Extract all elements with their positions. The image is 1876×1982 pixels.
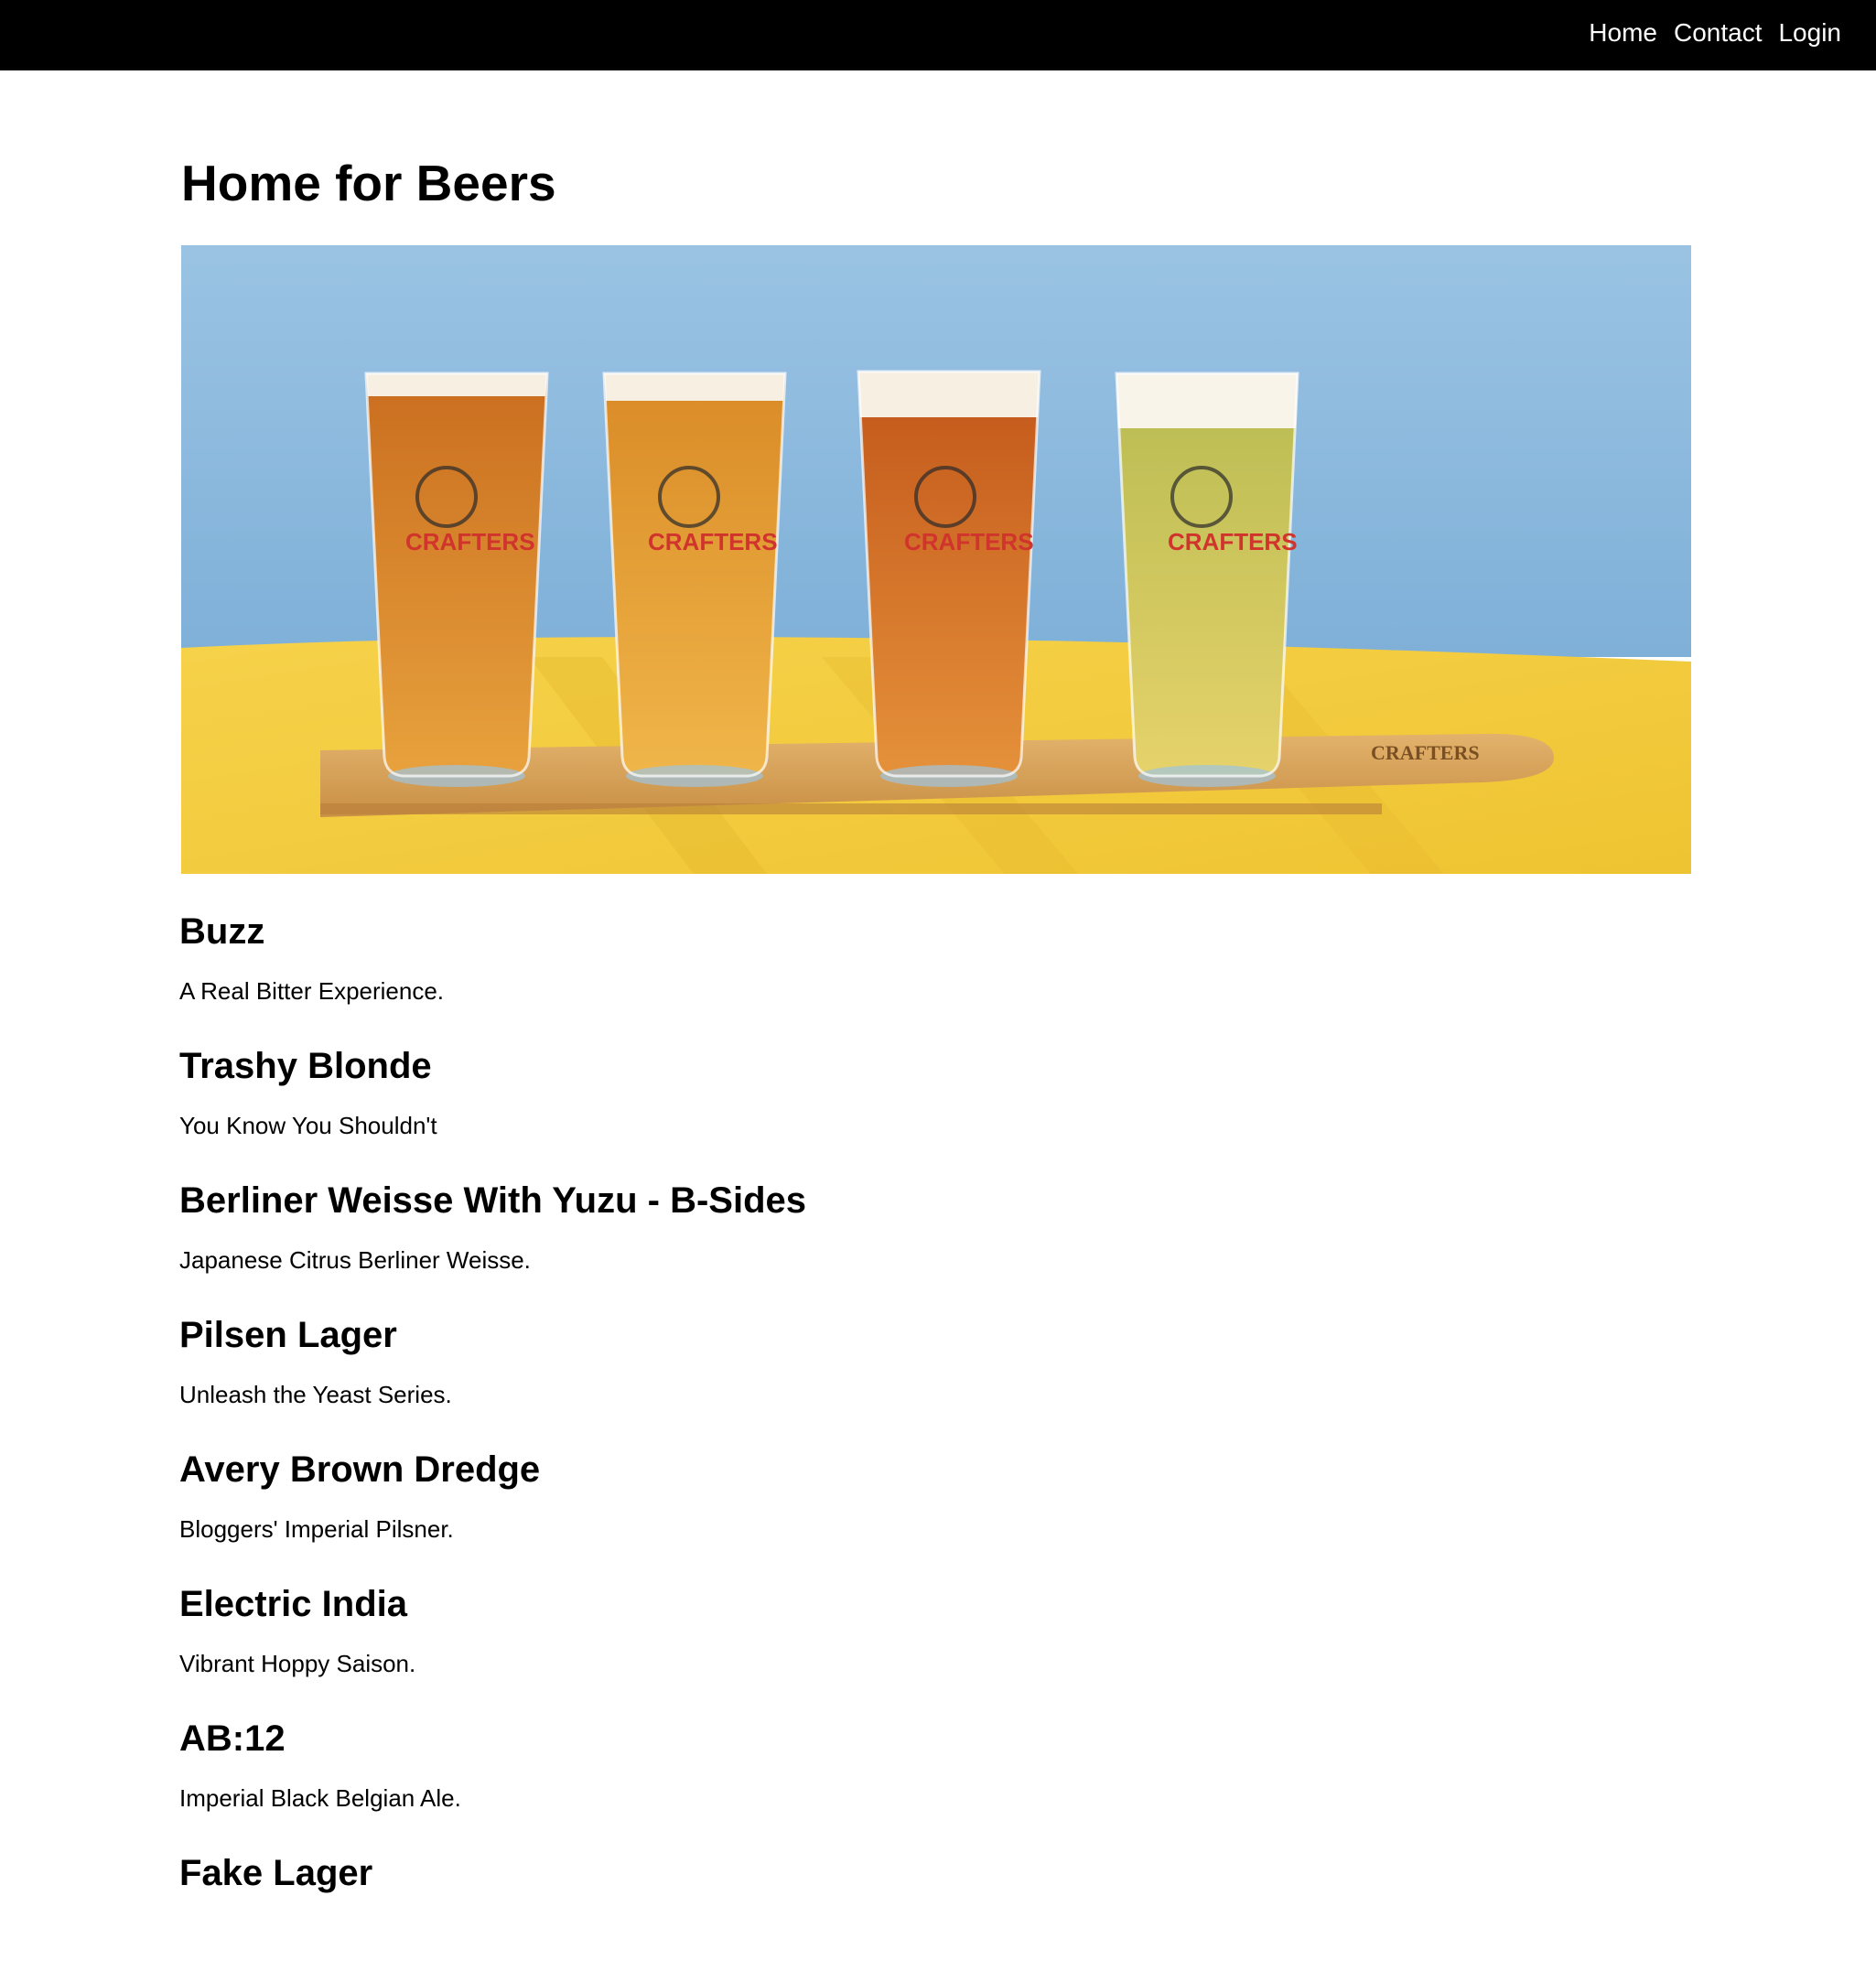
beer-name: AB:12 [179, 1718, 286, 1759]
beer-name: Trashy Blonde [179, 1046, 432, 1086]
beer-tagline: Bloggers' Imperial Pilsner. [179, 1515, 454, 1543]
beer-name: Pilsen Lager [179, 1315, 397, 1355]
beer-glass-1: CRAFTERS [364, 372, 549, 787]
beer-glass-2: CRAFTERS [602, 372, 787, 787]
beer-tagline: Vibrant Hoppy Saison. [179, 1650, 416, 1677]
top-navbar: Home Contact Login [0, 0, 1876, 70]
nav-login-link[interactable]: Login [1778, 18, 1841, 48]
glass-logo-text: CRAFTERS [904, 528, 1034, 555]
nav-links: Home Contact Login [1589, 0, 1841, 66]
nav-contact-link[interactable]: Contact [1674, 18, 1763, 48]
beer-name: Electric India [179, 1584, 407, 1624]
board-logo-text: CRAFTERS [1371, 741, 1480, 764]
glass-logo-text: CRAFTERS [405, 528, 535, 555]
beer-tagline: Imperial Black Belgian Ale. [179, 1784, 461, 1812]
main-content: Home for Beers CRAFTERS CRAFTERS CRAFTER… [179, 146, 1691, 1893]
beer-name: Berliner Weisse With Yuzu - B-Sides [179, 1180, 806, 1221]
beer-item: Electric India Vibrant Hoppy Saison. [179, 1578, 1689, 1713]
beer-name: Fake Lager [179, 1853, 373, 1893]
beer-item: Trashy Blonde You Know You Shouldn't [179, 1040, 1689, 1175]
beer-name: Buzz [179, 911, 265, 952]
beer-item: AB:12 Imperial Black Belgian Ale. [179, 1713, 1689, 1847]
beer-item: Fake Lager [179, 1847, 1689, 1982]
beer-glass-3: CRAFTERS [857, 370, 1041, 787]
beer-item: Pilsen Lager Unleash the Yeast Series. [179, 1309, 1689, 1444]
beer-glass-4: CRAFTERS [1115, 372, 1299, 787]
beer-list: Buzz A Real Bitter Experience. Trashy Bl… [179, 906, 1689, 1982]
board-edge [320, 803, 1382, 814]
beer-tagline: A Real Bitter Experience. [179, 977, 445, 1005]
glass-logo-text: CRAFTERS [1168, 528, 1298, 555]
glass-logo-text: CRAFTERS [648, 528, 778, 555]
beer-name: Avery Brown Dredge [179, 1449, 541, 1490]
page-title: Home for Beers [181, 155, 556, 211]
beer-tagline: Unleash the Yeast Series. [179, 1381, 452, 1408]
beer-item: Avery Brown Dredge Bloggers' Imperial Pi… [179, 1444, 1689, 1578]
hero-image: CRAFTERS CRAFTERS CRAFTERS CRAFTERS CRAF… [181, 245, 1691, 874]
nav-home-link[interactable]: Home [1589, 18, 1657, 48]
beer-tagline: Japanese Citrus Berliner Weisse. [179, 1246, 531, 1274]
beer-tagline: You Know You Shouldn't [179, 1112, 437, 1139]
beer-item: Buzz A Real Bitter Experience. [179, 906, 1689, 1040]
beer-item: Berliner Weisse With Yuzu - B-Sides Japa… [179, 1175, 1689, 1309]
